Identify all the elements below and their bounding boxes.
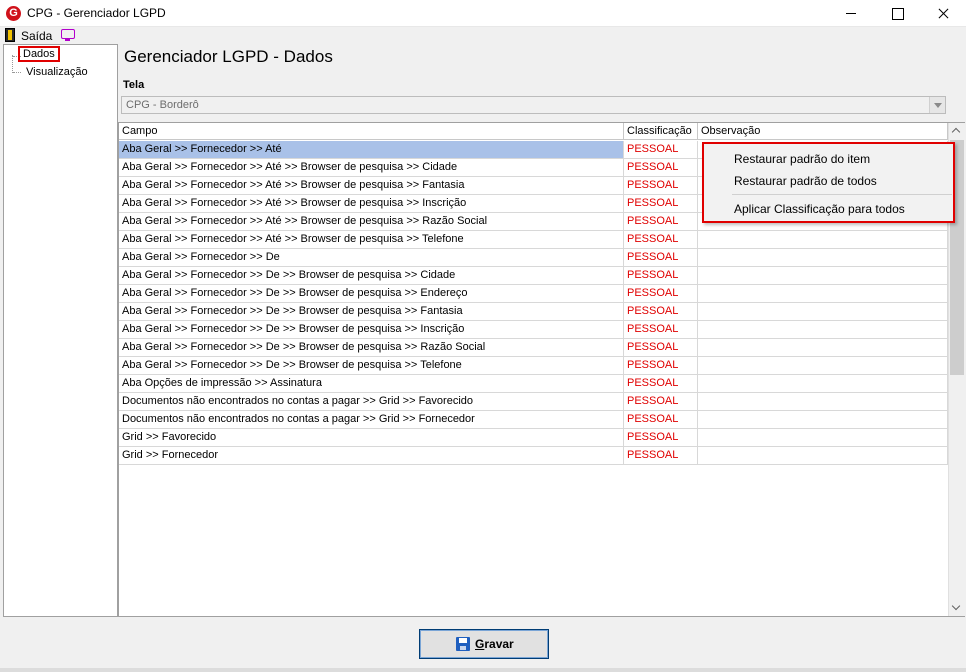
cell-observacao[interactable] <box>698 267 948 284</box>
cell-observacao[interactable] <box>698 393 948 410</box>
cell-observacao[interactable] <box>698 285 948 302</box>
cell-campo[interactable]: Aba Geral >> Fornecedor >> Até <box>119 141 624 158</box>
cell-classificacao[interactable]: PESSOAL <box>624 393 698 410</box>
cell-classificacao[interactable]: PESSOAL <box>624 141 698 158</box>
table-row[interactable]: Aba Geral >> Fornecedor >> De >> Browser… <box>119 267 948 285</box>
floppy-disk-icon <box>456 637 470 651</box>
table-row[interactable]: Aba Geral >> Fornecedor >> De >> Browser… <box>119 357 948 375</box>
column-header-observacao[interactable]: Observação <box>698 123 948 140</box>
grid-header: Campo Classificação Observação <box>119 123 948 140</box>
chevron-down-icon[interactable] <box>929 97 945 113</box>
cell-observacao[interactable] <box>698 375 948 392</box>
table-row[interactable]: Aba Geral >> Fornecedor >> De >> Browser… <box>119 303 948 321</box>
cell-classificacao[interactable]: PESSOAL <box>624 339 698 356</box>
maximize-button[interactable] <box>874 0 920 27</box>
page-title: Gerenciador LGPD - Dados <box>124 47 333 66</box>
app-logo-icon: G <box>6 6 21 21</box>
menu-exit[interactable]: Saída <box>21 29 52 43</box>
cell-observacao[interactable] <box>698 429 948 446</box>
cell-observacao[interactable] <box>698 321 948 338</box>
cell-campo[interactable]: Aba Geral >> Fornecedor >> Até >> Browse… <box>119 213 624 230</box>
table-row[interactable]: Grid >> Favorecido PESSOAL <box>119 429 948 447</box>
column-header-classificacao[interactable]: Classificação <box>624 123 698 140</box>
cell-campo[interactable]: Aba Opções de impressão >> Assinatura <box>119 375 624 392</box>
save-button-label: Gravar <box>475 637 514 651</box>
cell-campo[interactable]: Aba Geral >> Fornecedor >> De >> Browser… <box>119 267 624 284</box>
cell-classificacao[interactable]: PESSOAL <box>624 357 698 374</box>
cell-classificacao[interactable]: PESSOAL <box>624 177 698 194</box>
tree-connector <box>13 72 21 73</box>
menu-separator <box>732 194 952 195</box>
cell-campo[interactable]: Aba Geral >> Fornecedor >> Até >> Browse… <box>119 195 624 212</box>
monitor-icon[interactable] <box>61 29 75 41</box>
cell-observacao[interactable] <box>698 339 948 356</box>
cell-campo[interactable]: Aba Geral >> Fornecedor >> De >> Browser… <box>119 321 624 338</box>
table-row[interactable]: Aba Geral >> Fornecedor >> De >> Browser… <box>119 321 948 339</box>
cell-campo[interactable]: Grid >> Fornecedor <box>119 447 624 464</box>
cell-classificacao[interactable]: PESSOAL <box>624 249 698 266</box>
cell-classificacao[interactable]: PESSOAL <box>624 375 698 392</box>
cell-observacao[interactable] <box>698 357 948 374</box>
cell-campo[interactable]: Documentos não encontrados no contas a p… <box>119 393 624 410</box>
cell-campo[interactable]: Aba Geral >> Fornecedor >> Até >> Browse… <box>119 231 624 248</box>
tree-connector <box>12 55 13 73</box>
cell-classificacao[interactable]: PESSOAL <box>624 231 698 248</box>
menu-bar: Saída <box>0 27 966 44</box>
tela-select[interactable]: CPG - Borderô <box>121 96 946 114</box>
navigation-tree: Dados Visualização <box>3 44 118 617</box>
cell-observacao[interactable] <box>698 303 948 320</box>
cell-campo[interactable]: Documentos não encontrados no contas a p… <box>119 411 624 428</box>
table-row[interactable]: Documentos não encontrados no contas a p… <box>119 393 948 411</box>
table-row[interactable]: Aba Geral >> Fornecedor >> De >> Browser… <box>119 339 948 357</box>
cell-classificacao[interactable]: PESSOAL <box>624 447 698 464</box>
tela-select-value: CPG - Borderô <box>126 99 199 111</box>
cell-campo[interactable]: Aba Geral >> Fornecedor >> Até >> Browse… <box>119 177 624 194</box>
table-row[interactable]: Aba Opções de impressão >> Assinatura PES… <box>119 375 948 393</box>
cell-observacao[interactable] <box>698 411 948 428</box>
cell-classificacao[interactable]: PESSOAL <box>624 411 698 428</box>
table-row[interactable]: Grid >> Fornecedor PESSOAL <box>119 447 948 465</box>
tela-label: Tela <box>123 79 145 91</box>
table-row[interactable]: Aba Geral >> Fornecedor >> De PESSOAL <box>119 249 948 267</box>
cell-campo[interactable]: Aba Geral >> Fornecedor >> De >> Browser… <box>119 339 624 356</box>
cell-campo[interactable]: Grid >> Favorecido <box>119 429 624 446</box>
cell-campo[interactable]: Aba Geral >> Fornecedor >> Até >> Browse… <box>119 159 624 176</box>
column-header-campo[interactable]: Campo <box>119 123 624 140</box>
cell-campo[interactable]: Aba Geral >> Fornecedor >> De >> Browser… <box>119 303 624 320</box>
cell-classificacao[interactable]: PESSOAL <box>624 303 698 320</box>
cell-observacao[interactable] <box>698 249 948 266</box>
save-button[interactable]: Gravar <box>419 629 549 659</box>
minimize-button[interactable] <box>828 0 874 27</box>
cell-classificacao[interactable]: PESSOAL <box>624 267 698 284</box>
cell-classificacao[interactable]: PESSOAL <box>624 195 698 212</box>
menu-item-apply-classification-all[interactable]: Aplicar Classificação para todos <box>734 202 905 216</box>
menu-item-restore-item[interactable]: Restaurar padrão do item <box>734 152 870 166</box>
cell-classificacao[interactable]: PESSOAL <box>624 321 698 338</box>
cell-classificacao[interactable]: PESSOAL <box>624 285 698 302</box>
cell-observacao[interactable] <box>698 447 948 464</box>
close-button[interactable] <box>920 0 966 27</box>
scroll-down-icon[interactable] <box>949 599 966 616</box>
tree-item-visualizacao[interactable]: Visualização <box>24 66 90 78</box>
table-row[interactable]: Aba Geral >> Fornecedor >> Até >> Browse… <box>119 231 948 249</box>
cell-campo[interactable]: Aba Geral >> Fornecedor >> De >> Browser… <box>119 285 624 302</box>
table-row[interactable]: Documentos não encontrados no contas a p… <box>119 411 948 429</box>
cell-classificacao[interactable]: PESSOAL <box>624 213 698 230</box>
tree-item-dados[interactable]: Dados <box>18 46 60 62</box>
table-row[interactable]: Aba Geral >> Fornecedor >> De >> Browser… <box>119 285 948 303</box>
cell-campo[interactable]: Aba Geral >> Fornecedor >> De >> Browser… <box>119 357 624 374</box>
title-bar: G CPG - Gerenciador LGPD <box>0 0 966 27</box>
context-menu: Restaurar padrão do item Restaurar padrã… <box>702 142 955 223</box>
cell-classificacao[interactable]: PESSOAL <box>624 429 698 446</box>
window-title: CPG - Gerenciador LGPD <box>27 6 166 20</box>
cell-observacao[interactable] <box>698 231 948 248</box>
cell-campo[interactable]: Aba Geral >> Fornecedor >> De <box>119 249 624 266</box>
taskbar-strip <box>0 668 966 672</box>
exit-door-icon[interactable] <box>5 28 15 42</box>
scroll-up-icon[interactable] <box>949 123 966 140</box>
menu-item-restore-all[interactable]: Restaurar padrão de todos <box>734 174 877 188</box>
cell-classificacao[interactable]: PESSOAL <box>624 159 698 176</box>
